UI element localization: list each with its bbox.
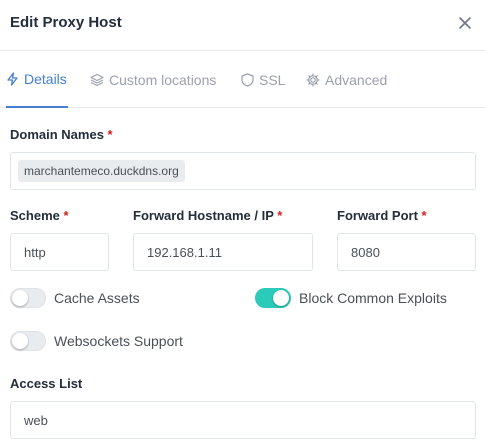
toggle-knob [12,333,28,349]
access-list-select[interactable]: web [10,401,476,439]
gear-icon [306,72,320,87]
forward-port-value: 8080 [351,244,380,260]
domain-chip[interactable]: marchantemeco.duckdns.org [18,160,185,182]
scheme-value: http [24,244,46,260]
required-marker: * [107,127,113,142]
close-icon [459,17,471,29]
websockets-label: Websockets Support [54,333,183,349]
scheme-select[interactable]: http [10,233,109,271]
tab-ssl[interactable]: SSL [241,51,285,108]
block-exploits-label: Block Common Exploits [299,290,447,306]
websockets-toggle[interactable] [10,331,46,351]
toggle-knob [273,290,289,306]
domain-names-label-text: Domain Names [10,127,104,142]
forward-host-label-text: Forward Hostname / IP [133,208,274,223]
tab-ssl-label: SSL [259,71,286,88]
tab-custom-locations-label: Custom locations [109,71,217,88]
access-list-label: Access List [10,376,83,391]
required-marker: * [277,208,283,223]
modal-title: Edit Proxy Host [10,14,122,31]
shield-icon [241,72,254,87]
tab-advanced[interactable]: Advanced [306,51,387,108]
forward-host-label: Forward Hostname / IP * [133,208,282,223]
required-marker: * [421,208,427,223]
forward-port-input[interactable]: 8080 [337,233,476,271]
domain-names-input[interactable]: marchantemeco.duckdns.org [10,152,476,190]
tab-details-label: Details [24,70,67,87]
modal-header: Edit Proxy Host [0,0,485,51]
forward-host-value: 192.168.1.11 [147,244,222,260]
forward-port-label-text: Forward Port [337,208,418,223]
bolt-icon [7,71,18,86]
cache-assets-label: Cache Assets [54,290,140,306]
tab-advanced-label: Advanced [325,71,388,88]
layers-icon [90,73,104,86]
close-button[interactable] [455,13,475,33]
forward-port-label: Forward Port * [337,208,427,223]
scheme-label-text: Scheme [10,208,60,223]
forward-host-input[interactable]: 192.168.1.11 [133,233,313,271]
toggle-knob [12,290,28,306]
domain-names-label: Domain Names * [10,127,113,142]
block-exploits-toggle[interactable] [255,288,291,308]
tab-custom-locations[interactable]: Custom locations [90,51,216,108]
access-list-value: web [24,412,48,428]
required-marker: * [63,208,69,223]
tab-details[interactable]: Details [6,51,68,108]
scheme-label: Scheme * [10,208,69,223]
tab-bar: Details Custom locations SSL Advanced [0,51,485,108]
cache-assets-toggle[interactable] [10,288,46,308]
